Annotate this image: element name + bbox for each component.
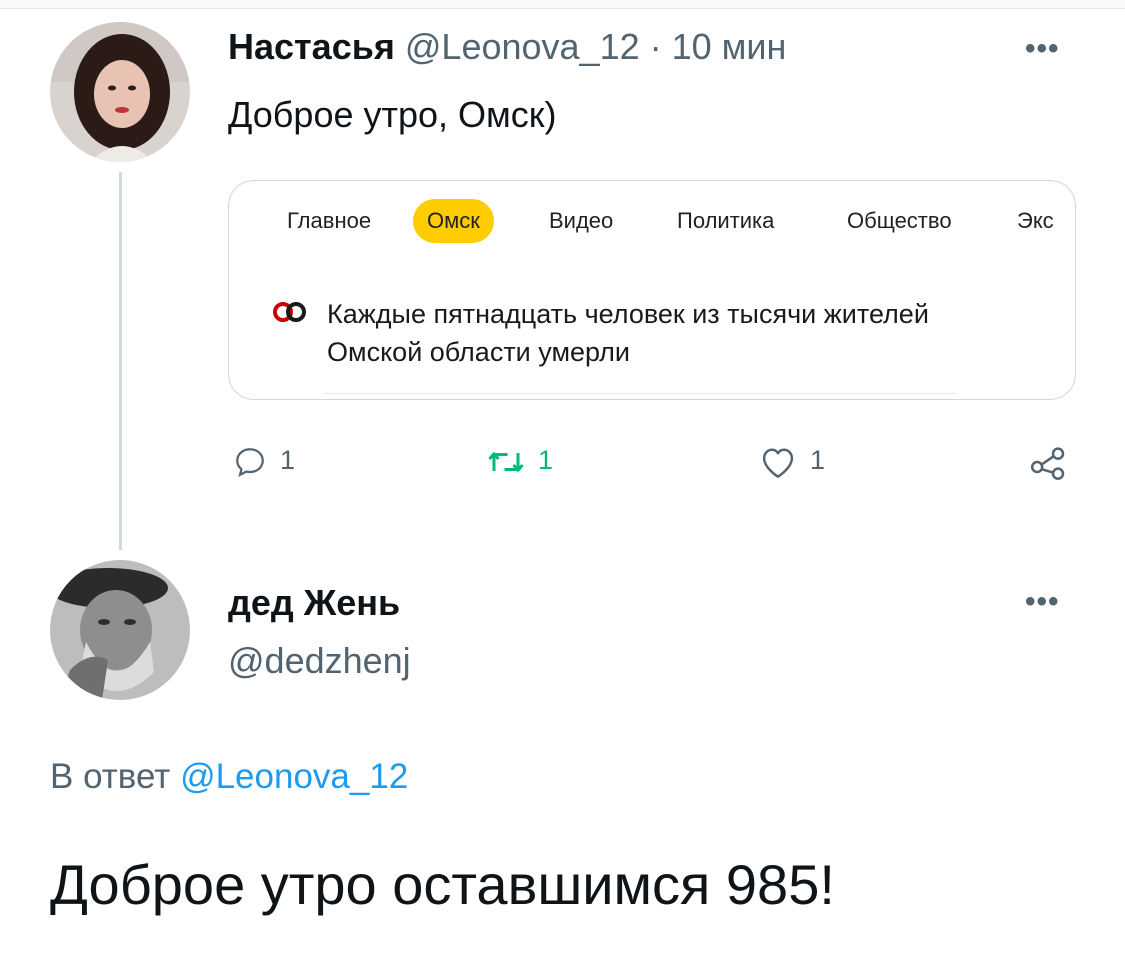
reply-count: 1 — [280, 445, 296, 475]
tweet2-author-handle[interactable]: @dedzhenj — [228, 636, 411, 686]
tab-glavnoe: Главное — [287, 208, 372, 233]
news-headline: Каждые пятнадцать человек из тысячи жите… — [327, 299, 929, 367]
avatar-ded-zhen[interactable] — [50, 560, 190, 700]
tab-eks: Экс — [1017, 208, 1054, 233]
tweet1-author-name[interactable]: Настасья — [228, 26, 395, 67]
tab-politika: Политика — [677, 208, 775, 233]
retweet-button[interactable]: 1 — [486, 440, 553, 480]
tab-obschestvo: Общество — [847, 208, 952, 233]
tweet1-image-card[interactable]: Главное Омск Видео Политика Общество Экс… — [228, 180, 1076, 400]
share-button[interactable] — [1028, 440, 1068, 480]
top-divider — [0, 0, 1125, 9]
tweet1-text: Доброе утро, Омск) — [228, 94, 557, 135]
like-button[interactable]: 1 — [758, 440, 825, 480]
avatar-nastasya[interactable] — [50, 22, 190, 162]
retweet-count: 1 — [538, 445, 554, 475]
tweet1-time[interactable]: 10 мин — [672, 26, 787, 67]
news-tabs: Главное Омск Видео Политика Общество Экс — [229, 189, 1075, 253]
tweet1-actions: 1 1 1 — [228, 430, 1074, 490]
news-source-icon — [273, 302, 306, 322]
like-count: 1 — [810, 445, 826, 475]
tweet1-more-button[interactable]: ••• — [1025, 32, 1060, 66]
thread-line — [119, 172, 122, 550]
reply-button[interactable]: 1 — [232, 440, 295, 480]
header-separator: · — [639, 26, 672, 67]
share-icon — [1030, 447, 1065, 480]
retweet-icon — [488, 452, 524, 472]
reply-icon — [236, 447, 264, 477]
card-divider — [325, 393, 955, 394]
tab-video: Видео — [549, 208, 614, 233]
reply-prefix: В ответ — [50, 757, 181, 796]
tweet2-author-name[interactable]: дед Жень — [228, 578, 400, 628]
tweet2-text: Доброе утро оставшимся 985! — [50, 853, 835, 916]
tweet2-more-button[interactable]: ••• — [1025, 585, 1060, 619]
reply-mention-link[interactable]: @Leonova_12 — [180, 757, 408, 796]
tweet1-author-handle[interactable]: @Leonova_12 — [405, 26, 640, 67]
tab-omsk: Омск — [413, 199, 494, 243]
tweet1-header: Настасья @Leonova_12 · 10 мин — [228, 22, 786, 72]
heart-icon — [762, 448, 794, 478]
reply-context: В ответ @Leonova_12 — [50, 752, 408, 802]
